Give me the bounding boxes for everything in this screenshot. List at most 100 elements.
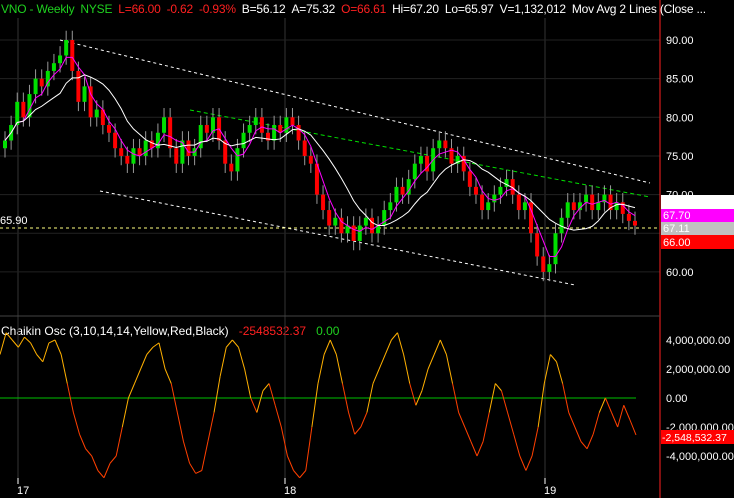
osc-tick-label: 0.00 [666, 393, 687, 405]
candle-body [241, 132, 246, 149]
osc-segment [244, 368, 252, 399]
y-tick-label: 85.00 [666, 74, 694, 86]
candle-body [363, 217, 368, 226]
osc-segment [268, 383, 276, 406]
osc-segment [470, 441, 478, 457]
candle-body [492, 194, 497, 203]
candle-body [186, 140, 191, 156]
osc-segment [140, 354, 148, 370]
candle-body [229, 163, 234, 172]
candle-body [473, 186, 478, 195]
osc-segment [97, 470, 105, 479]
osc-segment [299, 470, 307, 479]
osc-segment [201, 441, 209, 471]
candle-body [467, 171, 472, 187]
osc-segment [348, 412, 356, 435]
y-tick-label: 75.00 [666, 151, 694, 163]
osc-segment [42, 342, 50, 362]
osc-segment [232, 339, 239, 348]
x-tick-label: 19 [544, 485, 556, 497]
osc-segment [146, 346, 154, 355]
osc-segment [109, 455, 117, 464]
osc-segment [409, 383, 417, 406]
osc-segment [36, 354, 44, 363]
osc-segment [354, 426, 362, 435]
last-price-value: 66.00 [663, 237, 691, 249]
candle-body [39, 78, 44, 87]
candle-body [535, 233, 540, 257]
osc-segment [500, 390, 509, 413]
candle-body [131, 148, 136, 164]
osc-segment [476, 441, 484, 457]
gray-value: 67.11 [663, 223, 690, 235]
candle-body [174, 148, 179, 164]
osc-segment [464, 426, 472, 442]
osc-tick-label: 2,000,000.00 [666, 364, 730, 376]
osc-segment [604, 397, 612, 413]
osc-segment [611, 412, 619, 428]
osc-segment [79, 434, 87, 449]
osc-segment [274, 405, 282, 428]
osc-segment [513, 434, 521, 457]
osc-segment [372, 368, 380, 384]
candle-body [76, 70, 81, 102]
osc-segment [54, 339, 62, 355]
y-tick-label: 90.00 [666, 35, 694, 47]
osc-segment [213, 376, 221, 413]
candle-body [547, 264, 552, 272]
osc-segment [458, 412, 466, 428]
candle-body [15, 101, 20, 126]
candle-body [553, 233, 558, 265]
candle-body [400, 186, 405, 195]
candle-body [70, 40, 75, 71]
ma-slow-line [4, 74, 636, 231]
candle-body [247, 125, 252, 133]
osc-segment [482, 412, 490, 442]
candle-body [522, 202, 527, 211]
osc-segment [445, 354, 454, 384]
osc-segment [433, 339, 441, 355]
osc-segment [152, 342, 160, 348]
osc-segment [0, 332, 7, 355]
osc-segment [421, 368, 429, 391]
osc-segment [335, 354, 343, 384]
candle-body [333, 217, 338, 226]
candle-body [321, 194, 326, 211]
osc-segment [329, 339, 337, 355]
osc-segment [115, 426, 123, 457]
osc-segment [103, 463, 111, 478]
candle-body [412, 163, 417, 180]
candle-body [388, 202, 393, 211]
y-tick-label: 80.00 [666, 112, 694, 124]
candle-body [51, 63, 56, 71]
osc-segment [317, 354, 325, 384]
osc-segment [623, 405, 631, 420]
candle-body [82, 86, 87, 102]
candle-body [302, 140, 307, 156]
osc-segment [48, 339, 56, 344]
osc-segment [182, 441, 191, 464]
osc-segment [360, 412, 368, 428]
candle-body [45, 70, 50, 87]
x-tick-label: 17 [17, 485, 29, 497]
osc-segment [537, 383, 545, 428]
osc-segment [134, 368, 142, 384]
candle-body [204, 125, 209, 133]
candle-body [584, 194, 589, 203]
osc-segment [280, 426, 288, 457]
osc-segment [60, 354, 68, 384]
osc-segment [525, 455, 533, 471]
osc-segment [238, 347, 246, 370]
y-tick-label: 60.00 [666, 267, 694, 279]
osc-segment [586, 434, 594, 449]
candle-body [119, 148, 124, 156]
candle-body [596, 202, 601, 211]
osc-segment [91, 455, 99, 471]
osc-segment [219, 347, 227, 377]
x-tick-label: 18 [284, 485, 296, 497]
osc-segment [17, 336, 25, 348]
candle-body [498, 186, 503, 195]
magenta-ma-value: 67.70 [663, 210, 691, 222]
price-chart[interactable]: 17181960.0065.0070.0075.0080.0085.0090.0… [0, 0, 734, 498]
osc-segment [391, 332, 398, 341]
